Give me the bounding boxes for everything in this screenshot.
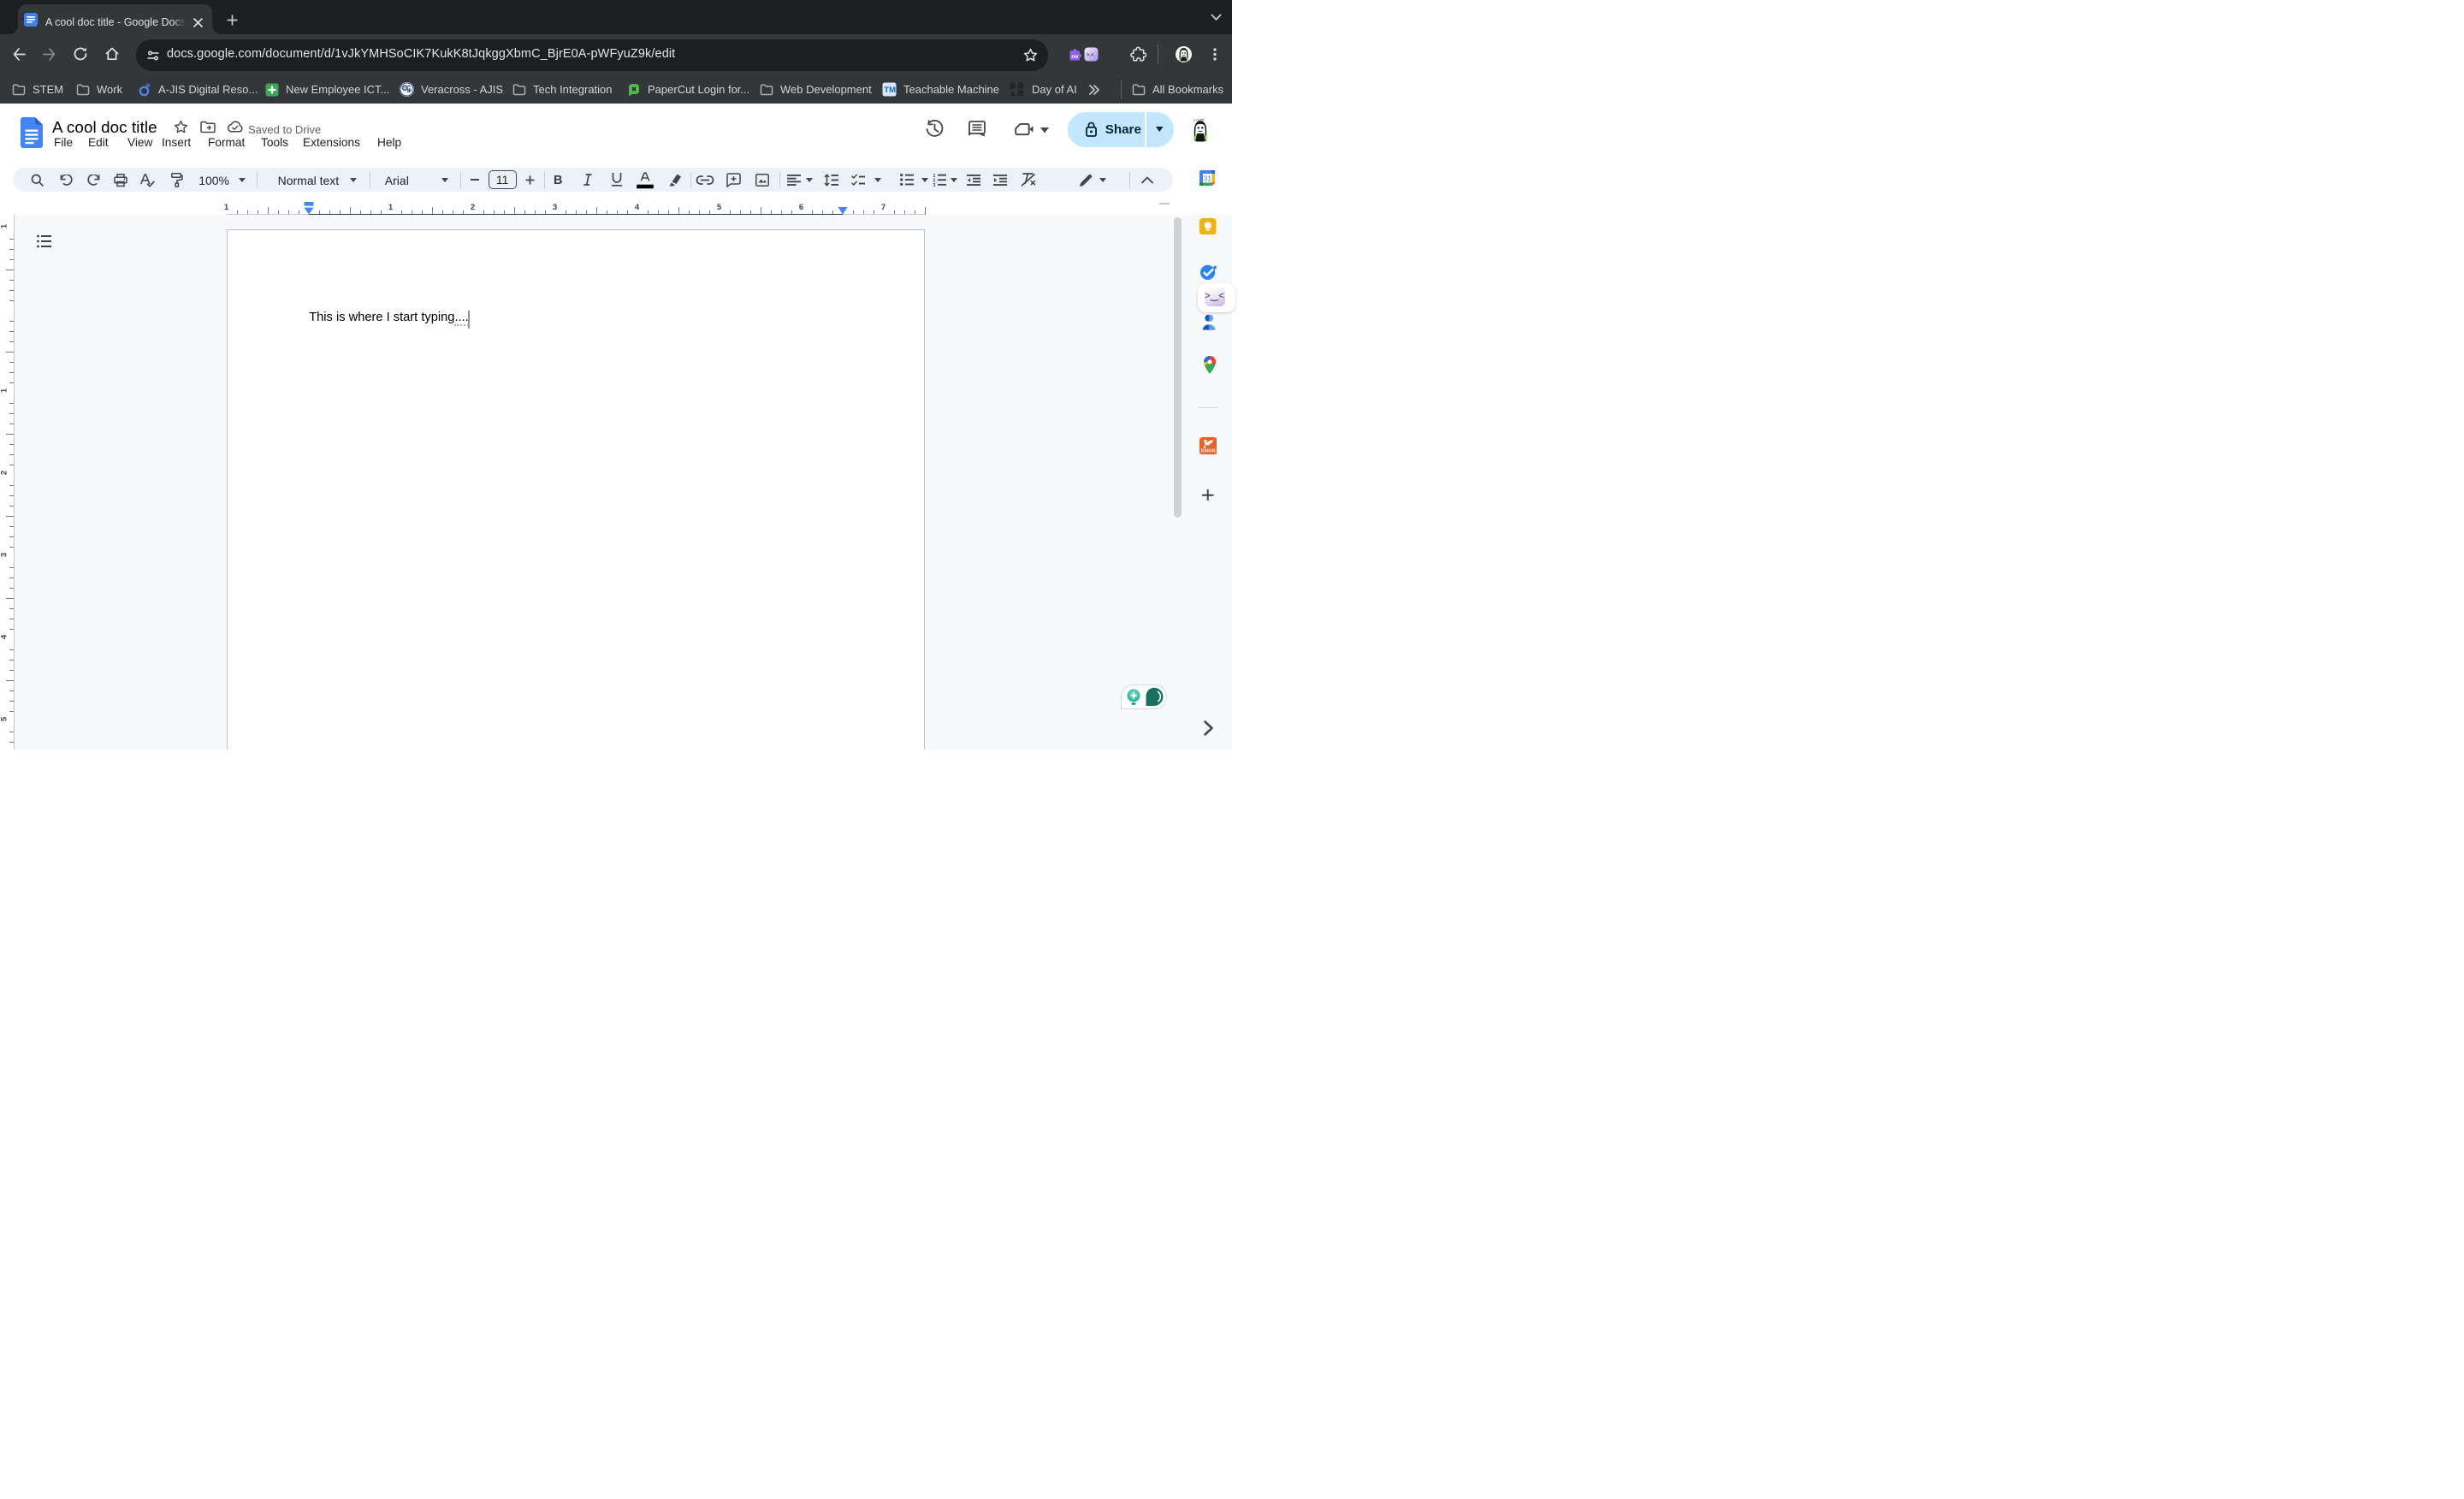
svg-text:3: 3 xyxy=(933,183,935,187)
svg-text:31: 31 xyxy=(1204,175,1212,182)
svg-text:ESIGN: ESIGN xyxy=(1200,448,1215,453)
